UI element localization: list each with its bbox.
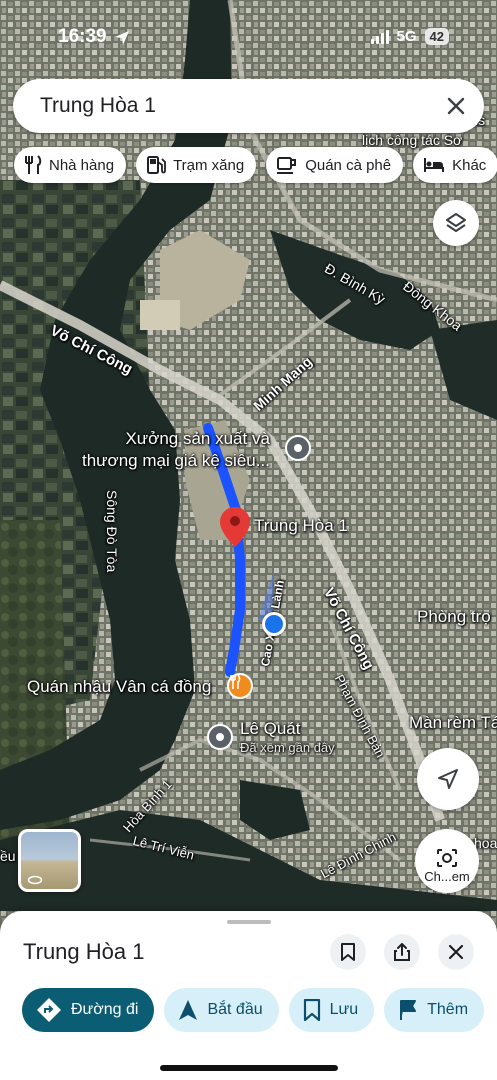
current-location-dot: [262, 612, 286, 636]
chip-label: Quán cà phê: [305, 156, 392, 174]
bookmark-icon: [341, 943, 355, 961]
gas-station-icon: [147, 156, 166, 174]
camera-icon: [437, 848, 457, 867]
close-icon: [448, 944, 464, 960]
hotel-icon: [424, 158, 445, 172]
street-view-thumbnail[interactable]: [18, 829, 81, 892]
action-label: Lưu: [329, 1001, 359, 1018]
signal-icon: [370, 29, 389, 44]
battery-level: 42: [424, 28, 449, 45]
rotate-360-icon: [27, 875, 43, 885]
my-location-button[interactable]: [417, 748, 479, 810]
sheet-drag-handle[interactable]: [227, 920, 271, 924]
search-input[interactable]: Trung Hòa 1: [40, 94, 156, 118]
place-label-phong-tro[interactable]: Phòng trọ: [417, 606, 491, 628]
area-label-eu: ều: [0, 848, 16, 864]
share-icon: [394, 943, 410, 961]
flag-icon: [400, 1000, 417, 1020]
layers-icon: [446, 213, 466, 232]
category-chips: Nhà hàng Trạm xăng Quán cà phê Khác: [14, 147, 497, 183]
road-label-lich-cong-tac: lịch công tác Sơ: [362, 132, 463, 148]
save-button[interactable]: Lưu: [288, 988, 375, 1032]
action-label: Đường đi: [71, 1001, 139, 1018]
start-button[interactable]: Bắt đầu: [164, 988, 279, 1032]
chip-hotel[interactable]: Khác: [413, 147, 497, 183]
close-icon[interactable]: [442, 92, 470, 120]
area-label-hoa: hoa: [474, 835, 497, 851]
chip-gas-station[interactable]: Trạm xăng: [136, 147, 257, 183]
save-icon-button[interactable]: [330, 934, 366, 970]
action-label: Bắt đầu: [207, 1001, 263, 1018]
lens-camera-button[interactable]: Ch...em: [415, 829, 479, 893]
place-label-le-quat[interactable]: Lê Quát Đã xem gần đây: [240, 718, 335, 756]
chip-restaurant[interactable]: Nhà hàng: [14, 147, 127, 183]
chip-label: Trạm xăng: [173, 156, 245, 174]
directions-icon: [37, 998, 61, 1022]
directions-button[interactable]: Đường đi: [22, 988, 155, 1032]
chip-coffee[interactable]: Quán cà phê: [266, 147, 404, 183]
chip-label: Nhà hàng: [49, 156, 115, 174]
network-type: 5G: [396, 28, 417, 45]
destination-pin-icon[interactable]: [220, 507, 250, 547]
navigation-arrow-icon: [438, 769, 458, 789]
coffee-icon: [277, 157, 297, 174]
place-marker-icon[interactable]: [285, 435, 311, 461]
place-label-man-rem[interactable]: Màn rèm Tá: [409, 712, 497, 734]
place-title: Trung Hòa 1: [23, 939, 145, 964]
layers-button[interactable]: [433, 200, 479, 246]
status-indicators: 5G 42: [370, 28, 449, 45]
restaurant-marker-icon[interactable]: [227, 673, 253, 699]
action-label: Thêm: [427, 1001, 469, 1018]
place-bottom-sheet[interactable]: Trung Hòa 1 Đường đi Bắt đầu Lưu Thêm: [0, 911, 497, 1080]
status-bar: 16:39 5G 42: [0, 22, 497, 52]
action-buttons: Đường đi Bắt đầu Lưu Thêm: [22, 988, 485, 1032]
destination-label: Trung Hòa 1: [254, 516, 348, 535]
location-arrow-icon: [115, 31, 129, 45]
more-button[interactable]: Thêm: [384, 988, 485, 1032]
history-marker-icon[interactable]: [207, 724, 233, 750]
restaurant-icon: [25, 155, 42, 174]
place-label-factory[interactable]: Xưởng sản xuất và thương mại giá kệ siêu…: [82, 428, 270, 472]
close-sheet-button[interactable]: [438, 934, 474, 970]
search-bar[interactable]: Trung Hòa 1: [13, 79, 484, 133]
bookmark-icon: [303, 999, 320, 1021]
status-time: 16:39: [58, 26, 107, 47]
river-label-song-do-toa: Sông Đò Tòa: [104, 490, 120, 573]
chip-label: Khác: [452, 156, 487, 174]
share-button[interactable]: [384, 934, 420, 970]
lens-button-label: Ch...em: [424, 868, 470, 884]
place-label-restaurant[interactable]: Quán nhậu Vân cá đồng: [27, 676, 211, 698]
navigation-arrow-icon: [179, 1000, 198, 1020]
home-indicator: [160, 1065, 338, 1071]
